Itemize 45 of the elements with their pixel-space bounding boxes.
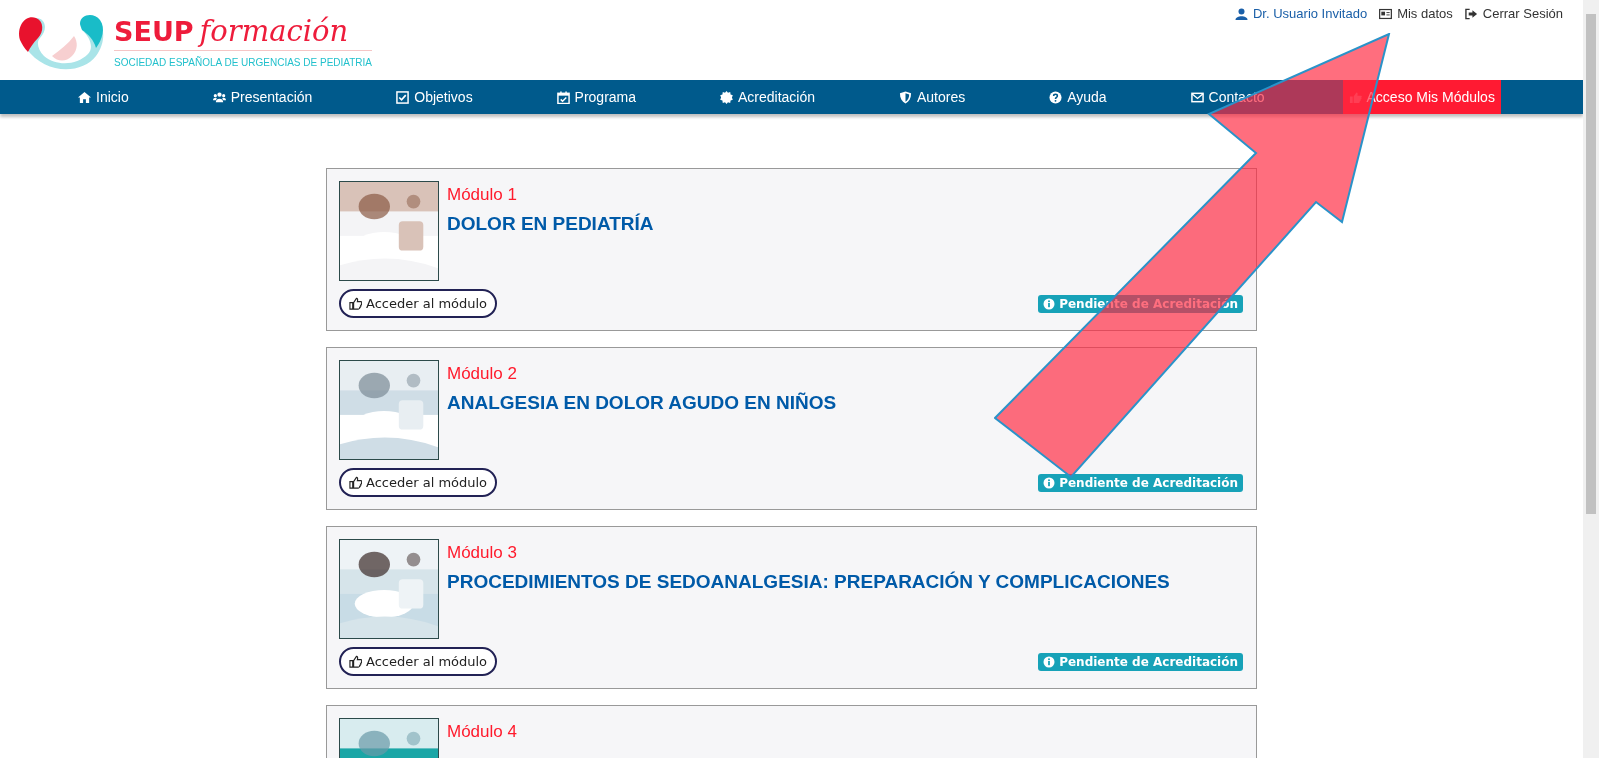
user-icon — [1235, 7, 1248, 20]
link-text: Mis datos — [1397, 6, 1453, 21]
link-text: Cerrar Sesión — [1482, 6, 1563, 21]
status-badge: Pendiente de Acreditación — [1038, 652, 1243, 671]
info-icon — [1043, 655, 1056, 668]
nav-link[interactable]: Presentación — [206, 80, 319, 114]
info-icon — [1043, 476, 1056, 489]
module-number: Módulo 1 — [447, 185, 518, 205]
nav-link[interactable]: Objetivos — [390, 80, 479, 114]
info-icon — [1043, 297, 1056, 310]
brand-name: SEUP — [114, 16, 194, 47]
users-icon — [212, 90, 226, 104]
id-card-icon — [1379, 7, 1393, 20]
thumb-icon — [1348, 90, 1362, 104]
module-title: ANALGESIA EN DOLOR AGUDO EN NIÑOS — [447, 392, 837, 414]
module-title: DOLOR EN PEDIATRÍA — [447, 213, 654, 235]
module-number: Módulo 4 — [447, 722, 517, 742]
pointing-hand-icon — [349, 655, 362, 668]
access-module-button[interactable]: Acceder al módulo — [339, 289, 498, 318]
brand-tagline: formación — [199, 14, 349, 48]
module-number: Módulo 2 — [447, 364, 518, 384]
module-title: PROCEDIMIENTOS DE SEDOANALGESIA: PREPARACIÓN Y COMPLICACIONES — [447, 571, 1170, 593]
access-module-button[interactable]: Acceder al módulo — [339, 468, 498, 497]
access-module-button[interactable]: Acceder al módulo — [339, 647, 498, 676]
pointing-hand-icon — [349, 476, 362, 489]
calendar-icon — [556, 90, 570, 104]
home-icon — [78, 90, 91, 104]
scrollbar[interactable] — [1583, 0, 1599, 758]
logout-icon — [1464, 7, 1478, 20]
nav-link[interactable]: Autores — [892, 80, 972, 114]
module-number: Módulo 3 — [447, 543, 518, 563]
shield-icon — [898, 90, 912, 104]
nav-link[interactable]: Programa — [550, 80, 643, 114]
user-link[interactable]: Cerrar Sesión — [1464, 6, 1563, 21]
nav-link[interactable]: Inicio — [72, 80, 135, 114]
envelope-icon — [1190, 90, 1204, 104]
pointing-hand-icon — [349, 297, 362, 310]
certificate-icon — [720, 90, 733, 104]
nav-link[interactable]: Ayuda — [1043, 80, 1113, 114]
brand-subtitle: SOCIEDAD ESPAÑOLA DE URGENCIAS DE PEDIATRIA — [114, 57, 373, 68]
checkbox-icon — [396, 90, 410, 104]
status-badge: Pendiente de Acreditación — [1038, 473, 1243, 492]
nav-link[interactable]: Acreditación — [714, 80, 822, 114]
help-icon — [1049, 90, 1063, 104]
user-link[interactable]: Mis datos — [1379, 6, 1453, 21]
